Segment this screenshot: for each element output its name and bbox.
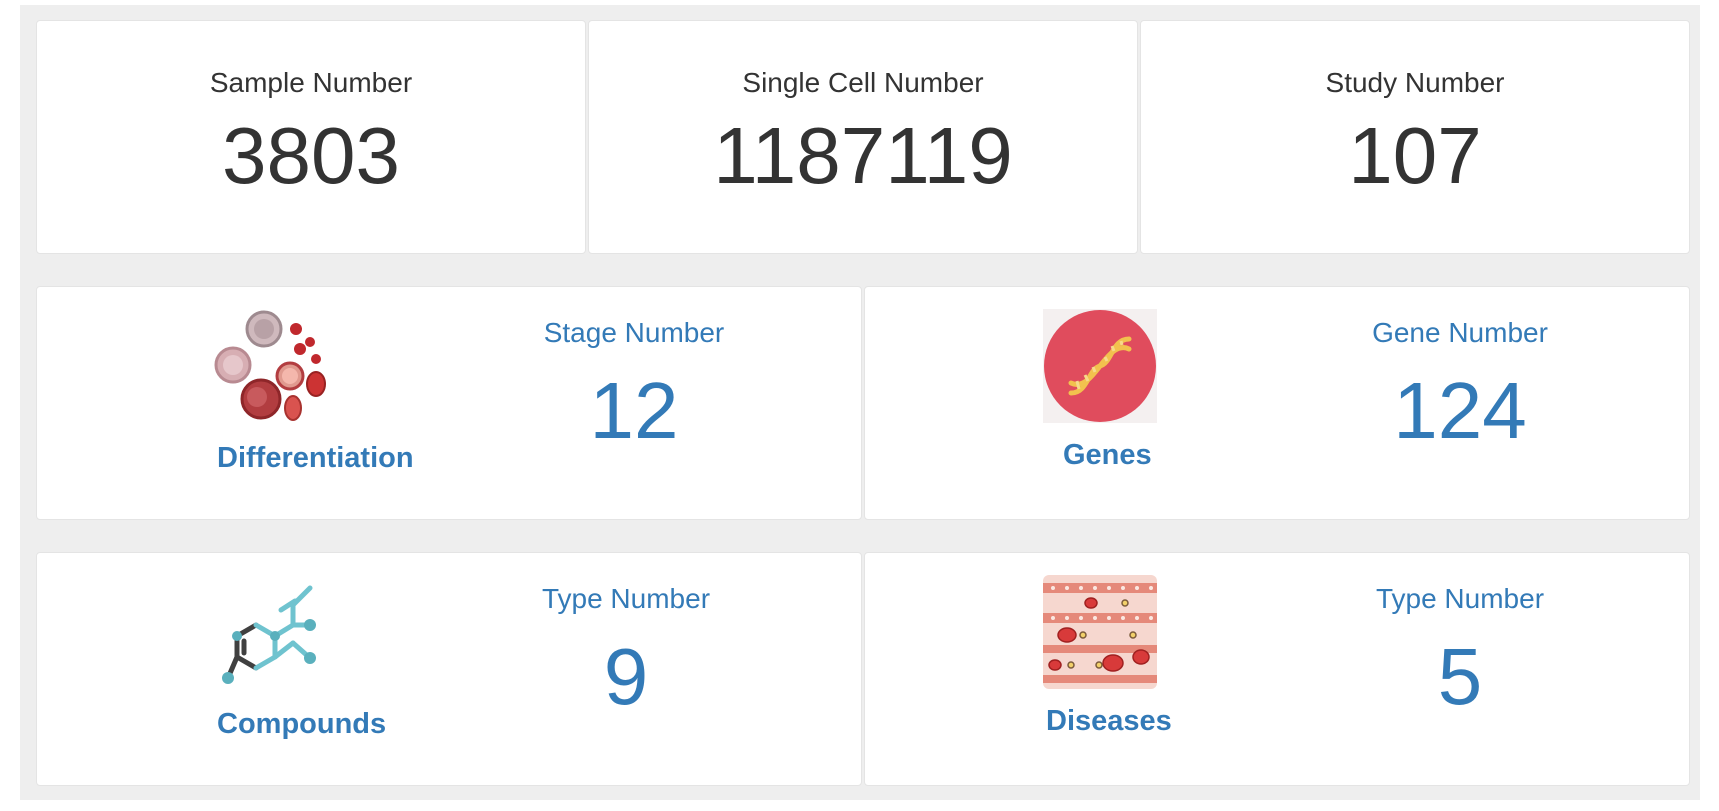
feature-title: Type Number (1375, 583, 1545, 614)
stat-value: 3803 (222, 111, 400, 200)
stat-card-single-cell: Single Cell Number 1187119 (588, 20, 1138, 254)
feature-label[interactable]: Diseases (1046, 705, 1172, 738)
genes-card[interactable]: Genes Gene Number 124 (864, 286, 1690, 520)
stat-title: Single Cell Number (742, 67, 984, 98)
feature-title: Gene Number (1372, 317, 1548, 348)
stat-card-study: Study Number 107 (1140, 20, 1690, 254)
feature-value: 124 (1393, 366, 1527, 455)
stat-card-sample: Sample Number 3803 (36, 20, 586, 254)
molecule-icon[interactable] (213, 575, 327, 689)
feature-title: Stage Number (543, 317, 725, 348)
stat-title: Sample Number (209, 67, 413, 98)
feature-value: 5 (1437, 632, 1483, 721)
stat-title: Study Number (1325, 67, 1505, 98)
stat-value: 1187119 (713, 111, 1013, 200)
feature-title: Type Number (541, 583, 711, 614)
feature-label[interactable]: Genes (1063, 439, 1152, 472)
dna-icon[interactable] (1043, 309, 1157, 423)
compounds-card[interactable]: Compounds Type Number 9 (36, 552, 862, 786)
differentiation-card[interactable]: Differentiation Stage Number 12 (36, 286, 862, 520)
feature-value: 12 (589, 366, 679, 455)
diseases-card[interactable]: Diseases Type Number 5 (864, 552, 1690, 786)
stat-value: 107 (1348, 111, 1482, 200)
feature-label[interactable]: Differentiation (217, 442, 414, 475)
feature-label[interactable]: Compounds (217, 708, 386, 741)
blood-vessel-icon[interactable] (1043, 575, 1157, 689)
feature-value: 9 (603, 632, 649, 721)
dashboard-panel: Sample Number 3803 Single Cell Number 11… (20, 5, 1700, 800)
cells-icon[interactable] (213, 309, 327, 423)
